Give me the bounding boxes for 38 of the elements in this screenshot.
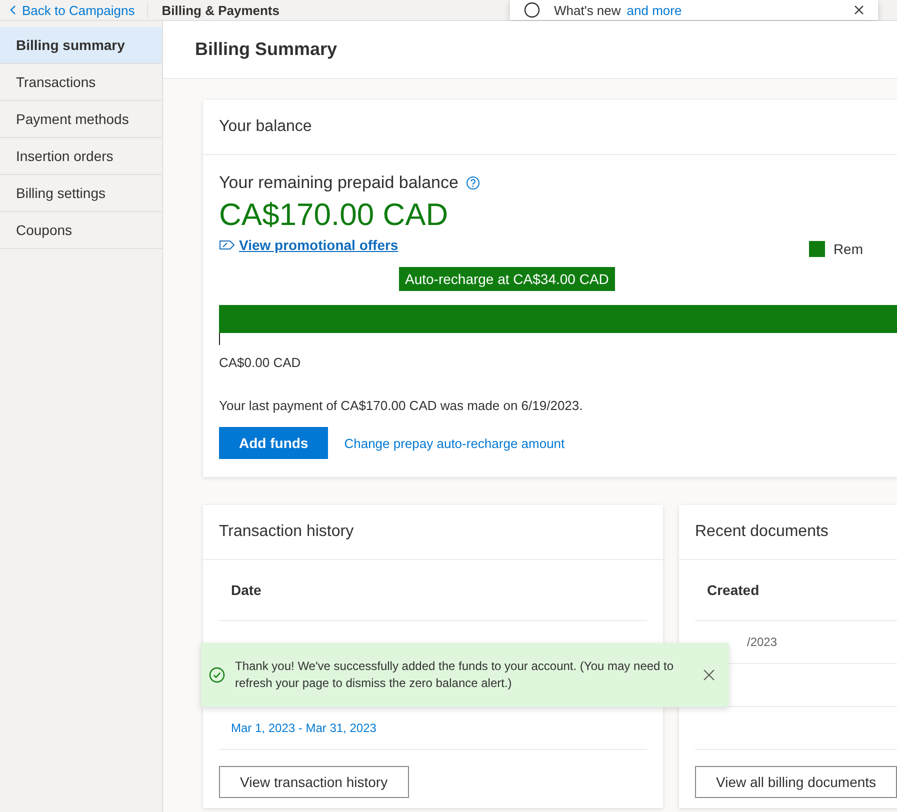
- close-icon[interactable]: [854, 5, 864, 15]
- tag-icon: [219, 240, 235, 250]
- sidebar-item[interactable]: Transactions: [0, 64, 162, 101]
- notice-link[interactable]: and more: [626, 2, 682, 18]
- page-title: Billing Summary: [195, 39, 338, 60]
- balance-amount: CA$170.00 CAD: [219, 197, 448, 233]
- toast-message: Thank you! We've successfully added the funds to your account. (You may need to refresh your page to dismiss the zero balance alert.): [235, 658, 675, 692]
- promo-link[interactable]: View promotional offers: [239, 237, 398, 253]
- legend-label: Rem: [833, 241, 863, 257]
- card-title: Transaction history: [203, 505, 663, 560]
- view-transactions-button[interactable]: View transaction history: [219, 766, 409, 798]
- view-documents-button[interactable]: View all billing documents: [695, 766, 897, 798]
- date-range-link[interactable]: Mar 1, 2023 - Mar 31, 2023: [231, 721, 376, 735]
- close-icon[interactable]: [703, 669, 715, 681]
- back-link[interactable]: Back to Campaigns: [0, 2, 148, 18]
- check-circle-icon: [209, 667, 225, 683]
- sidebar-item[interactable]: Coupons: [0, 212, 162, 249]
- legend-swatch: [809, 241, 826, 257]
- notice-text: What's new: [554, 2, 621, 18]
- column-header: Created: [695, 560, 897, 621]
- card-title: Your balance: [203, 100, 897, 155]
- sidebar-item[interactable]: Billing settings: [0, 175, 162, 212]
- chevron-icon: [10, 5, 16, 15]
- balance-subtitle: Your remaining prepaid balance: [219, 173, 458, 193]
- change-recharge-link[interactable]: Change prepay auto-recharge amount: [344, 436, 565, 450]
- card-title: Recent documents: [679, 505, 897, 560]
- sidebar-item[interactable]: Insertion orders: [0, 138, 162, 175]
- table-cell: /2023: [747, 635, 778, 649]
- last-payment-text: Your last payment of CA$170.00 CAD was made on 6/19/2023.: [219, 398, 584, 413]
- add-funds-button[interactable]: Add funds: [219, 427, 328, 459]
- recharge-marker: Auto-recharge at CA$34.00 CAD: [399, 267, 615, 291]
- tick-mark: [219, 333, 220, 345]
- column-header: Date: [219, 560, 647, 621]
- sidebar-item[interactable]: Billing summary: [0, 27, 162, 64]
- axis-label: CA$0.00 CAD: [219, 355, 302, 370]
- help-icon[interactable]: [466, 176, 480, 190]
- section-title: Billing & Payments: [160, 2, 280, 18]
- sidebar-item[interactable]: Payment methods: [0, 101, 162, 138]
